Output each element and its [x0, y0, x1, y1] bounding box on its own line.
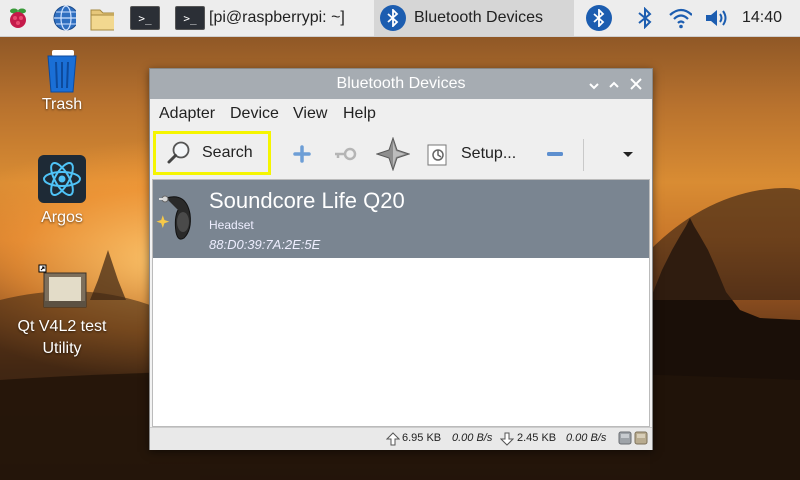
search-label: Search: [202, 144, 253, 161]
upload-rate: 0.00 B/s: [452, 432, 493, 444]
volume-button[interactable]: [704, 2, 728, 34]
tx-indicator-icon: [618, 431, 632, 448]
task-terminal[interactable]: >_ [pi@raspberrypi: ~]: [175, 2, 345, 34]
search-button[interactable]: Search: [153, 131, 271, 175]
trust-star-icon: [375, 136, 411, 172]
terminal-icon: >_: [130, 6, 160, 30]
task-terminal-label: [pi@raspberrypi: ~]: [209, 9, 345, 26]
bluetooth-icon: [586, 5, 612, 31]
download-total: 2.45 KB: [517, 432, 557, 444]
minimize-button[interactable]: [584, 74, 604, 94]
toolbar: Search Setup...: [150, 129, 652, 179]
headset-icon: [156, 188, 204, 247]
menu-device[interactable]: Device: [230, 99, 279, 129]
menu-adapter[interactable]: Adapter: [159, 99, 215, 129]
window-title: Bluetooth Devices: [336, 75, 466, 92]
device-name: Soundcore Life Q20: [209, 188, 405, 213]
device-row[interactable]: Soundcore Life Q20 Headset 88:D0:39:7A:2…: [153, 180, 649, 258]
add-icon: [293, 145, 311, 163]
file-manager-icon: [90, 6, 114, 31]
raspberry-menu-button[interactable]: [6, 2, 30, 34]
pair-key-icon: [335, 147, 357, 161]
desktop-icon-argos[interactable]: Argos: [22, 155, 102, 227]
dropdown-arrow-icon: [623, 152, 633, 157]
trust-button[interactable]: [375, 136, 411, 172]
setup-button[interactable]: Setup...: [425, 138, 516, 170]
toolbar-overflow-button[interactable]: [616, 142, 640, 166]
maximize-icon: [609, 81, 619, 88]
web-browser-button[interactable]: [52, 2, 76, 34]
trash-icon: [22, 46, 102, 94]
camera-icon: [12, 264, 112, 312]
taskbar: >_ >_ [pi@raspberrypi: ~] Bluetooth Devi…: [0, 0, 800, 37]
wifi-icon: [668, 6, 692, 30]
device-list: Soundcore Life Q20 Headset 88:D0:39:7A:2…: [152, 179, 650, 427]
wifi-button[interactable]: [668, 2, 692, 34]
raspberry-menu-icon: [6, 6, 30, 30]
desktop-icon-label: Trash: [41, 96, 83, 113]
search-icon: [166, 140, 192, 166]
desktop-icon-trash[interactable]: Trash: [22, 46, 102, 114]
bluetooth-icon: [633, 6, 657, 30]
status-bar: 6.95 KB 0.00 B/s 2.45 KB 0.00 B/s: [150, 427, 652, 450]
volume-icon: [704, 6, 728, 30]
argos-icon: [22, 155, 102, 203]
desktop-icon-qt-v4l2[interactable]: Qt V4L2 test Utility: [12, 264, 112, 360]
rx-indicator-icon: [634, 431, 648, 448]
download-rate: 0.00 B/s: [566, 432, 607, 444]
setup-icon: [425, 141, 451, 167]
close-icon: [630, 78, 642, 90]
desktop-icon-label: Qt V4L2 test Utility: [17, 318, 107, 357]
terminal-icon: >_: [175, 6, 205, 30]
remove-icon: [547, 152, 563, 156]
minimize-icon: [589, 83, 599, 90]
upload-arrow-icon: [385, 432, 401, 449]
pair-button[interactable]: [332, 142, 358, 166]
add-device-button[interactable]: [290, 142, 314, 166]
bluetooth-status-button[interactable]: [633, 2, 657, 34]
close-button[interactable]: [626, 74, 646, 94]
toolbar-separator: [583, 139, 584, 171]
menu-bar: Adapter Device View Help: [150, 99, 652, 129]
device-address: 88:D0:39:7A:2E:5E: [209, 237, 321, 252]
setup-label: Setup...: [461, 145, 517, 162]
task-bluetooth-label: Bluetooth Devices: [414, 9, 543, 26]
maximize-button[interactable]: [604, 74, 624, 94]
file-manager-button[interactable]: [90, 2, 114, 34]
web-browser-icon: [52, 5, 76, 31]
menu-view[interactable]: View: [293, 99, 327, 129]
remove-device-button[interactable]: [543, 142, 567, 166]
task-bluetooth-devices[interactable]: Bluetooth Devices: [374, 0, 574, 36]
clock[interactable]: 14:40: [742, 0, 782, 36]
terminal-launcher-button[interactable]: >_: [130, 2, 160, 34]
menu-help[interactable]: Help: [343, 99, 376, 129]
bluetooth-tray-button[interactable]: [586, 2, 612, 34]
bluetooth-devices-window: Bluetooth Devices Adapter Device View He…: [149, 68, 653, 450]
device-type: Headset: [209, 218, 254, 232]
download-arrow-icon: [499, 432, 515, 449]
desktop-icon-label: Argos: [41, 209, 83, 226]
window-titlebar[interactable]: Bluetooth Devices: [150, 69, 652, 99]
bluetooth-icon: [380, 5, 406, 31]
upload-total: 6.95 KB: [402, 432, 442, 444]
